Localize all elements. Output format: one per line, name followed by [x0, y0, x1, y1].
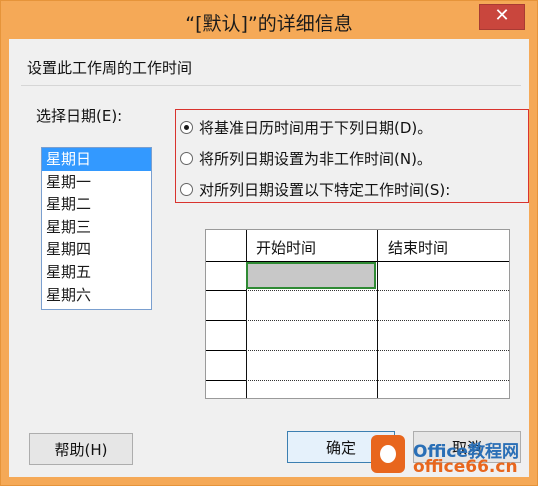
- radio-nonworking-time[interactable]: 将所列日期设置为非工作时间(N)。: [180, 147, 432, 169]
- table-column-divider: [377, 230, 378, 398]
- section-title: 设置此工作周的工作时间: [27, 59, 193, 77]
- radio-label: 将所列日期设置为非工作时间(N)。: [199, 149, 432, 168]
- radio-button-icon: [180, 151, 193, 165]
- window-title: “[默认]”的详细信息: [185, 13, 353, 35]
- row-header-divider: [206, 290, 246, 291]
- working-time-table[interactable]: 开始时间 结束时间: [205, 229, 510, 399]
- radio-button-icon: [180, 182, 193, 196]
- table-cell-active[interactable]: [246, 262, 376, 289]
- watermark-logo: Office教程网 office66.cn: [371, 431, 535, 481]
- row-header-divider: [206, 350, 246, 351]
- list-item-day[interactable]: 星期一: [42, 171, 151, 194]
- radio-specific-working-time[interactable]: 对所列日期设置以下特定工作时间(S):: [180, 178, 450, 200]
- table-row[interactable]: [206, 290, 509, 291]
- radio-label: 对所列日期设置以下特定工作时间(S):: [199, 180, 451, 199]
- list-item-day[interactable]: 星期三: [42, 216, 151, 239]
- list-item-day[interactable]: 星期六: [42, 284, 151, 307]
- list-item-day[interactable]: 星期二: [42, 193, 151, 216]
- day-listbox[interactable]: 星期日 星期一 星期二 星期三 星期四 星期五 星期六: [41, 147, 152, 310]
- title-bar: “[默认]”的详细信息 ✕: [1, 1, 537, 39]
- dialog-body: 设置此工作周的工作时间 选择日期(E): 星期日 星期一 星期二 星期三 星期四…: [9, 39, 529, 477]
- details-dialog: “[默认]”的详细信息 ✕ 设置此工作周的工作时间 选择日期(E): 星期日 星…: [0, 0, 538, 486]
- choose-date-label: 选择日期(E):: [36, 107, 123, 125]
- row-header-divider: [206, 380, 246, 381]
- table-column-divider: [246, 230, 247, 398]
- help-button[interactable]: 帮助(H): [29, 433, 133, 465]
- list-item-day[interactable]: 星期五: [42, 261, 151, 284]
- table-header: 开始时间 结束时间: [206, 230, 509, 262]
- column-header-start: 开始时间: [256, 239, 317, 257]
- watermark-url: office66.cn: [413, 457, 518, 477]
- radio-group-highlight: 将基准日历时间用于下列日期(D)。 将所列日期设置为非工作时间(N)。 对所列日…: [175, 109, 529, 203]
- close-button[interactable]: ✕: [479, 4, 525, 30]
- table-row[interactable]: [206, 350, 509, 351]
- column-header-end: 结束时间: [388, 239, 449, 257]
- office-logo-icon: [371, 435, 405, 473]
- table-row[interactable]: [206, 320, 509, 321]
- section-divider: [21, 85, 521, 86]
- list-item-day[interactable]: 星期日: [42, 148, 151, 171]
- radio-label: 将基准日历时间用于下列日期(D)。: [199, 118, 433, 137]
- close-icon: ✕: [494, 5, 510, 26]
- table-row[interactable]: [206, 380, 509, 381]
- radio-button-icon: [180, 120, 193, 134]
- radio-use-base-calendar[interactable]: 将基准日历时间用于下列日期(D)。: [180, 116, 432, 138]
- row-header-divider: [206, 320, 246, 321]
- list-item-day[interactable]: 星期四: [42, 238, 151, 261]
